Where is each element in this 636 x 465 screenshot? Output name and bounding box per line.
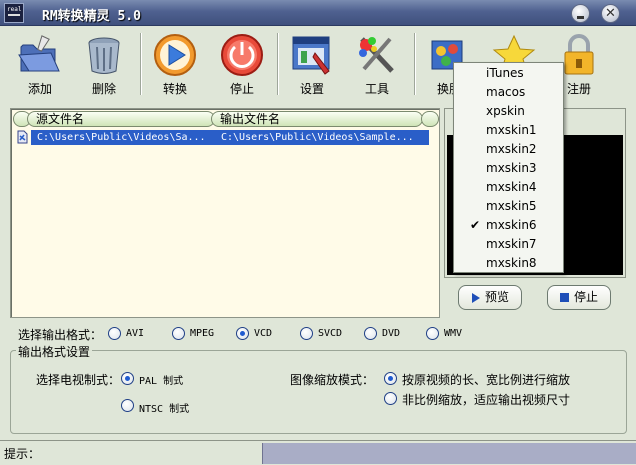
tv-label-ntsc: NTSC 制式	[139, 404, 190, 415]
scale-mode-label: 图像缩放模式：	[290, 373, 375, 387]
skin-menu-item-label: mxskin6	[486, 218, 537, 232]
scale-label-stretch: 非比例缩放，适应输出视频尺寸	[402, 393, 571, 407]
skin-menu-item-mxskin2[interactable]: mxskin2	[455, 140, 563, 159]
format-radio-mpeg[interactable]	[172, 327, 185, 340]
play-icon	[471, 292, 480, 303]
tools-label: 工具	[364, 82, 389, 96]
delete-label: 删除	[91, 82, 116, 96]
stop-button[interactable]: 停止	[214, 27, 270, 101]
format-label-vcd: VCD	[254, 328, 273, 339]
toolbar-separator	[414, 33, 416, 95]
tools-button[interactable]: 工具	[349, 27, 405, 101]
scale-radio-keep-aspect[interactable]	[384, 372, 397, 385]
skin-menu: iTunes macos xpskin mxskin1 mxskin2 mxsk…	[453, 62, 564, 273]
format-radio-avi[interactable]	[108, 327, 121, 340]
format-label-wmv: WMV	[444, 328, 463, 339]
skin-menu-item-mxskin1[interactable]: mxskin1	[455, 121, 563, 140]
skin-menu-item-label: mxskin5	[486, 199, 537, 213]
play-circle-icon	[154, 34, 196, 76]
status-label: 提示：	[4, 447, 41, 461]
scale-label-keep-aspect: 按原视频的长、宽比例进行缩放	[402, 373, 571, 387]
settings-button[interactable]: 设置	[284, 27, 340, 101]
video-file-icon	[17, 130, 28, 144]
folder-open-icon	[18, 35, 60, 72]
preview-button[interactable]: 预览	[458, 285, 522, 310]
skin-menu-item-mxskin8[interactable]: mxskin8	[455, 254, 563, 273]
skin-menu-item-label: mxskin8	[486, 256, 537, 270]
checkmark-icon: ✔	[470, 218, 481, 232]
skin-menu-item-xpskin[interactable]: xpskin	[455, 102, 563, 121]
format-radio-vcd[interactable]	[236, 327, 249, 340]
skin-menu-item-mxskin6[interactable]: ✔ mxskin6	[455, 216, 563, 235]
add-label: 添加	[27, 82, 52, 96]
settings-label: 设置	[299, 82, 324, 96]
skin-menu-item-macos[interactable]: macos	[455, 83, 563, 102]
app-logo-text: real	[7, 6, 22, 13]
preview-stop-label: 停止	[573, 290, 598, 304]
delete-button[interactable]: 删除	[76, 27, 132, 101]
file-list-row[interactable]: C:\Users\Public\Videos\Sa... C:\Users\Pu…	[31, 130, 429, 145]
row-output-path: C:\Users\Public\Videos\Sample...	[221, 132, 414, 143]
skin-menu-item-label: mxskin3	[486, 161, 537, 175]
tools-icon	[359, 37, 394, 73]
app-logo-icon[interactable]: real	[4, 3, 24, 23]
skin-menu-item-label: mxskin4	[486, 180, 537, 194]
column-header-source[interactable]: 源文件名	[27, 111, 215, 127]
skin-menu-item-label: macos	[486, 85, 526, 99]
skin-menu-item-mxskin3[interactable]: mxskin3	[455, 159, 563, 178]
format-label-svcd: SVCD	[318, 328, 343, 339]
status-panel	[262, 443, 636, 464]
stop-label: 停止	[229, 82, 254, 96]
skin-menu-item-label: xpskin	[486, 104, 525, 118]
convert-button[interactable]: 转换	[147, 27, 203, 101]
tv-standard-label: 选择电视制式：	[36, 373, 121, 387]
format-label-dvd: DVD	[382, 328, 401, 339]
row-source-path: C:\Users\Public\Videos\Sa...	[37, 132, 206, 143]
convert-label: 转换	[162, 82, 187, 96]
toolbar-separator	[277, 33, 279, 95]
format-label-mpeg: MPEG	[190, 328, 215, 339]
format-label-avi: AVI	[126, 328, 145, 339]
format-radio-wmv[interactable]	[426, 327, 439, 340]
format-radio-dvd[interactable]	[364, 327, 377, 340]
tv-label-pal: PAL 制式	[139, 376, 184, 387]
skin-menu-item-mxskin4[interactable]: mxskin4	[455, 178, 563, 197]
trash-bin-icon	[88, 37, 120, 74]
close-icon: ✕	[605, 6, 616, 21]
output-settings-title: 输出格式设置	[16, 343, 93, 360]
minimize-button[interactable]	[571, 4, 590, 23]
skin-menu-item-label: mxskin2	[486, 142, 537, 156]
skin-menu-item-label: mxskin1	[486, 123, 537, 137]
toolbar-separator	[140, 33, 142, 95]
close-button[interactable]: ✕	[601, 4, 620, 23]
minimize-icon	[577, 16, 584, 19]
output-format-label: 选择输出格式：	[18, 328, 103, 342]
skin-menu-item-mxskin5[interactable]: mxskin5	[455, 197, 563, 216]
column-header-output[interactable]: 输出文件名	[211, 111, 423, 127]
tv-radio-pal[interactable]	[121, 372, 134, 385]
tv-radio-ntsc[interactable]	[121, 399, 134, 412]
skin-menu-item-mxskin7[interactable]: mxskin7	[455, 235, 563, 254]
preview-button-label: 预览	[484, 290, 509, 304]
title-bar[interactable]: real RM转换精灵 5.0 ✕	[0, 0, 636, 26]
column-header-extra[interactable]	[421, 111, 439, 127]
output-format-row: 选择输出格式： AVI MPEG VCD SVCD DVD WMV	[18, 326, 628, 342]
file-list[interactable]: 源文件名 输出文件名 C:\Users\Public\Videos\Sa... …	[10, 108, 440, 318]
scale-radio-stretch[interactable]	[384, 392, 397, 405]
preview-stop-button[interactable]: 停止	[547, 285, 611, 310]
skin-menu-item-label: mxskin7	[486, 237, 537, 251]
window-title: RM转换精灵 5.0	[42, 9, 141, 24]
skin-menu-item-label: iTunes	[486, 66, 524, 80]
file-list-header: 源文件名 输出文件名	[13, 111, 439, 128]
status-bar: 提示：	[0, 440, 636, 465]
add-button[interactable]: 添加	[12, 27, 68, 101]
settings-window-icon	[292, 36, 330, 75]
skin-menu-item-itunes[interactable]: iTunes	[455, 64, 563, 83]
stop-square-icon	[559, 293, 569, 302]
power-stop-icon	[221, 34, 263, 76]
format-radio-svcd[interactable]	[300, 327, 313, 340]
